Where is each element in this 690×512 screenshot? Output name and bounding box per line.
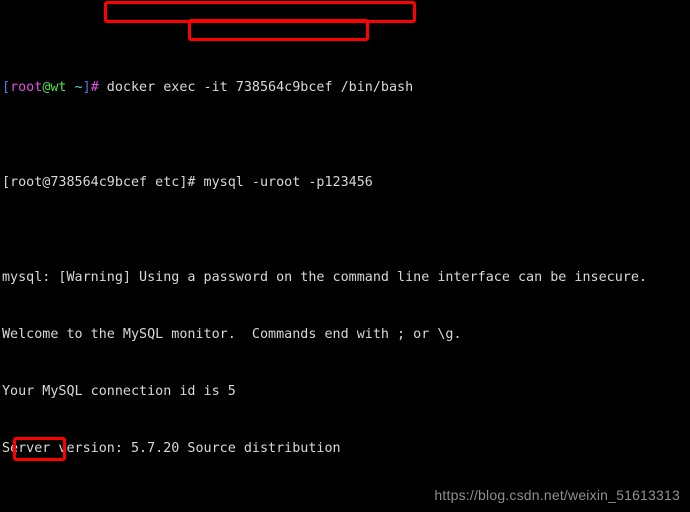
prompt-line-2: [root@738564c9bcef etc]# mysql -uroot -p… (2, 173, 647, 192)
prompt-path: ~ (66, 80, 83, 95)
prompt-line-1: [root@wt ~]# docker exec -it 738564c9bce… (2, 78, 647, 97)
output-line: Welcome to the MySQL monitor. Commands e… (2, 327, 462, 342)
docker-exec-command-text: docker exec -it 738564c9bcef /bin/bash (98, 80, 414, 95)
prompt-user: root (10, 80, 43, 95)
prompt-bracket-open: [ (2, 80, 11, 95)
terminal-window[interactable]: [root@wt ~]# docker exec -it 738564c9bce… (0, 0, 690, 512)
output-line: Your MySQL connection id is 5 (2, 384, 236, 399)
prompt-2-text: [root@738564c9bcef etc]# (2, 175, 196, 190)
prompt-bracket-close: ] (82, 80, 91, 95)
terminal-output-area[interactable]: [root@wt ~]# docker exec -it 738564c9bce… (0, 0, 647, 512)
prompt-sigil: # (90, 80, 99, 95)
prompt-hostname: wt (50, 80, 67, 95)
watermark-url: https://blog.csdn.net/weixin_51613313 (434, 487, 680, 503)
output-line: Server version: 5.7.20 Source distributi… (2, 441, 341, 456)
output-line: mysql: [Warning] Using a password on the… (2, 270, 647, 285)
mysql-login-command-text: mysql -uroot -p123456 (195, 175, 373, 190)
